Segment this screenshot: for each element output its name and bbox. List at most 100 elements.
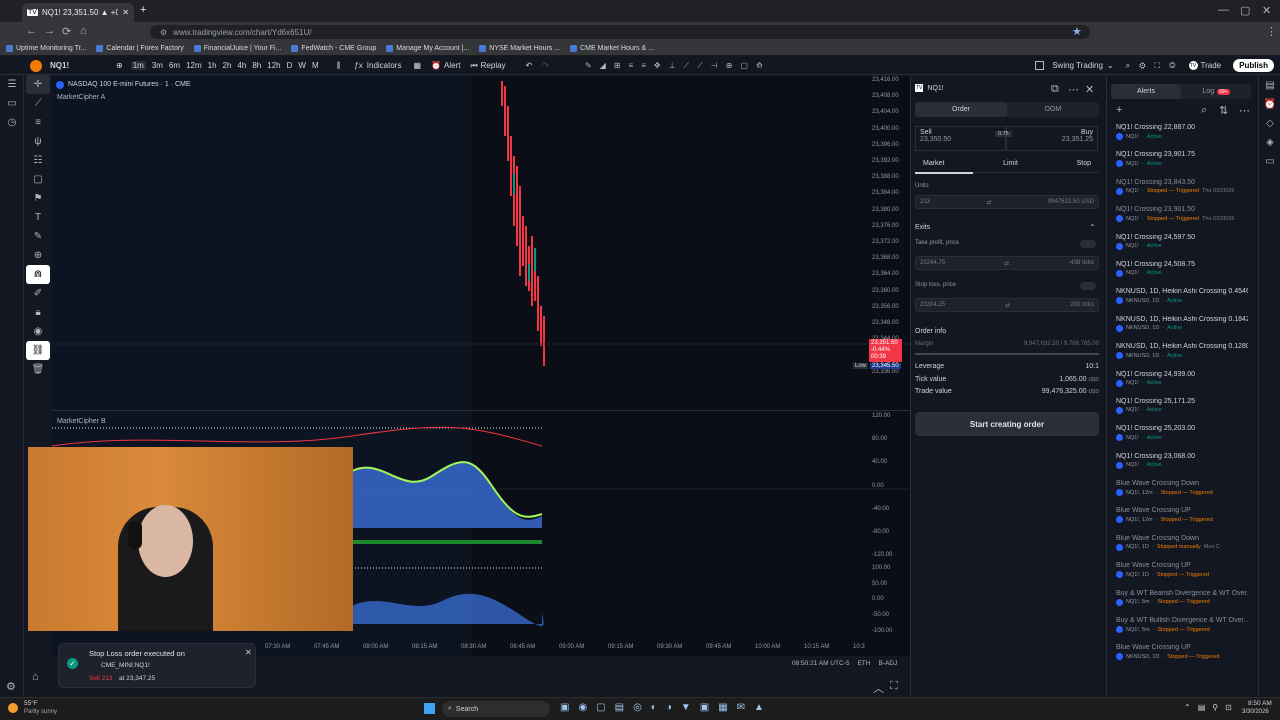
interval-3[interactable]: 12m — [186, 61, 202, 70]
alert-item[interactable]: NQ1! Crossing 24,597.50 NQ1! · Active — [1107, 232, 1257, 259]
bookmark-item[interactable]: CME Market Hours & ... — [570, 45, 654, 52]
buy-button[interactable]: Buy 23,351.25 — [1006, 126, 1098, 151]
chart-type-icon[interactable]: ⫼ — [337, 61, 341, 71]
chevron-up-icon[interactable]: ⌃ — [1089, 223, 1096, 232]
back-icon[interactable]: ← — [26, 25, 37, 37]
interval-2[interactable]: 6m — [169, 61, 180, 70]
close-window-icon[interactable]: ✕ — [1262, 4, 1271, 17]
interval-1[interactable]: 3m — [152, 61, 163, 70]
tp-toggle[interactable] — [1080, 240, 1096, 248]
close-panel-icon[interactable]: ✕ — [1085, 83, 1094, 96]
fib-icon[interactable]: ☷ — [26, 151, 50, 170]
sort-icon[interactable]: ⇅ — [1219, 104, 1228, 117]
more-icon[interactable]: ⋯ — [1068, 83, 1079, 96]
symbol-search-button[interactable]: NQ1! — [50, 61, 108, 70]
alert-item[interactable]: NQ1! Crossing 25,203.00 NQ1! · Active — [1107, 423, 1257, 450]
link-icon[interactable]: ⛓ — [26, 341, 50, 360]
system-tray-icons[interactable]: ⌃▤⚲⊡ — [1184, 703, 1239, 712]
taskbar-time[interactable]: 8:50 AM — [1248, 700, 1272, 707]
toast-close-icon[interactable]: ✕ — [245, 648, 252, 657]
session[interactable]: ETH — [857, 660, 870, 667]
alert-item[interactable]: NQ1! Crossing 24,939.00 NQ1! · Active — [1107, 369, 1257, 396]
trash-icon[interactable]: 🗑︎ — [26, 360, 50, 379]
alert-item[interactable]: Blue Wave Crossing UP NQ1!, 12m · Stopped —… — [1107, 505, 1257, 532]
layout-name[interactable]: Swing Trading — [1052, 61, 1103, 70]
object-tree-rail-icon[interactable]: ◇ — [1259, 114, 1280, 133]
add-symbol-icon[interactable]: ⊕ — [116, 61, 123, 70]
bookmark-item[interactable]: Manage My Account |... — [386, 45, 469, 52]
sl-field[interactable]: 23304.25 ⇄ 200 ticks — [915, 298, 1099, 312]
type-market[interactable]: Market — [923, 160, 944, 167]
units-label[interactable]: Units — [915, 183, 929, 189]
taskbar-search[interactable]: ⌕ Search — [442, 701, 550, 717]
pitchfork-icon[interactable]: ψ — [26, 132, 50, 151]
trendline-icon[interactable]: ⟋ — [26, 94, 50, 113]
data-window-icon[interactable]: ◈ — [1259, 133, 1280, 152]
bookmark-item[interactable]: FedWatch - CME Group — [291, 45, 376, 52]
adjustment[interactable]: B-ADJ — [878, 660, 897, 667]
weather-temp[interactable]: 55°F — [24, 700, 38, 707]
alert-item[interactable]: Blue Wave Crossing UP NKNUSD, 1D · Stopped … — [1107, 642, 1257, 669]
close-tab-icon[interactable]: ✕ — [122, 8, 129, 17]
interval-10[interactable]: W — [298, 61, 306, 70]
interval-0[interactable]: 1m — [130, 61, 146, 70]
swap-icon[interactable]: ⇄ — [986, 199, 991, 206]
maximize-panel-icon[interactable]: ⛶ — [890, 680, 898, 693]
alert-item[interactable]: NKNUSD, 1D, Heikin Ashi Crossing 0.1842 N… — [1107, 314, 1257, 341]
bookmark-item[interactable]: NYSE Market Hours ... — [479, 45, 560, 52]
interval-8[interactable]: 12h — [267, 61, 280, 70]
interval-9[interactable]: D — [287, 61, 293, 70]
url-field[interactable]: ⚙ www.tradingview.com/chart/Yd6x651U/ — [150, 25, 1090, 39]
alert-item[interactable]: Blue Wave Crossing Down NQ1!, 12m · Stopped… — [1107, 478, 1257, 505]
interval-4[interactable]: 1h — [208, 61, 217, 70]
tp-field[interactable]: 23244.75 ⇄ -438 ticks — [915, 256, 1099, 270]
weather-desc[interactable]: Partly sunny — [24, 709, 57, 715]
brush-icon[interactable]: ✎ — [26, 227, 50, 246]
crosshair-icon[interactable]: ✛ — [26, 75, 50, 94]
alert-item[interactable]: NQ1! Crossing 23,068.00 NQ1! · Active — [1107, 451, 1257, 478]
alert-item[interactable]: NQ1! Crossing 22,887.00 NQ1! · Active — [1107, 122, 1257, 149]
alert-button[interactable]: Alert — [444, 61, 460, 70]
lock-icon[interactable]: 🔒︎ — [26, 303, 50, 322]
tab-order[interactable]: Order — [915, 102, 1007, 117]
drawing-tools-icon[interactable]: ✎◢⊞≡≡✥⊥⟋⟋⊣⊕▢⟰ — [585, 61, 771, 71]
swap-icon[interactable]: ⇄ — [1005, 302, 1010, 309]
alerts-list[interactable]: NQ1! Crossing 22,887.00 NQ1! · Active NQ1! C… — [1107, 122, 1257, 670]
collapse-panel-icon[interactable]: ︿ — [873, 680, 884, 696]
search-icon[interactable]: ⌕ — [1201, 104, 1207, 117]
alert-item[interactable]: NQ1! Crossing 25,171.25 NQ1! · Active — [1107, 396, 1257, 423]
publish-button[interactable]: Publish — [1233, 59, 1274, 72]
toolbar-icons[interactable]: ⌕⚙⛶◎ — [1126, 61, 1185, 71]
tab-dom[interactable]: DOM — [1007, 102, 1099, 117]
alert-item[interactable]: NKNUSD, 1D, Heikin Ashi Crossing 0.4546 N… — [1107, 286, 1257, 313]
indicators-button[interactable]: Indicators — [367, 61, 402, 70]
star-icon[interactable]: ★ — [1072, 25, 1082, 38]
text-icon[interactable]: T — [26, 208, 50, 227]
magnet-icon[interactable]: ⋒ — [26, 265, 50, 284]
templates-icon[interactable]: ▦ — [413, 61, 421, 70]
type-stop[interactable]: Stop — [1077, 160, 1091, 167]
chevron-down-icon[interactable]: ⌄ — [1107, 61, 1114, 70]
chat-icon[interactable]: ▭ — [1259, 152, 1280, 171]
swap-icon[interactable]: ⇄ — [1004, 260, 1009, 267]
alert-item[interactable]: Buy & WT Bullish Divergence & WT Over...… — [1107, 615, 1257, 642]
alert-item[interactable]: Blue Wave Crossing UP NQ1!, 1D · Stopped — … — [1107, 560, 1257, 587]
units-field[interactable]: 213 ⇄ 9947632.50 USD — [915, 195, 1099, 209]
undo-icon[interactable]: ↶ — [526, 61, 533, 70]
alert-item[interactable]: Blue Wave Crossing Down NQ1!, 1D · Stopped … — [1107, 533, 1257, 560]
more-icon[interactable]: ⋯ — [1239, 104, 1250, 117]
replay-button[interactable]: Replay — [481, 61, 506, 70]
zoom-icon[interactable]: ⊕ — [26, 246, 50, 265]
lines-icon[interactable]: ≡ — [26, 113, 50, 132]
watchlist-icon[interactable]: ▤ — [1259, 76, 1280, 95]
browser-tab[interactable]: TV NQ1! 23,351.50 ▲ +0.42% Swi ✕ — [22, 3, 134, 22]
type-limit[interactable]: Limit — [1003, 160, 1018, 167]
avatar[interactable] — [30, 59, 42, 72]
menu-icon[interactable]: ☰ — [0, 75, 24, 94]
sl-label[interactable]: Stop loss, price — [915, 282, 956, 288]
clock[interactable]: 08:50:21 AM UTC-5 — [792, 660, 849, 667]
alert-item[interactable]: NQ1! Crossing 24,508.75 NQ1! · Active — [1107, 259, 1257, 286]
trade-button[interactable]: TV Trade — [1188, 61, 1221, 70]
alert-item[interactable]: NQ1! Crossing 23,901.75 NQ1! · Active — [1107, 149, 1257, 176]
interval-7[interactable]: 8h — [252, 61, 261, 70]
